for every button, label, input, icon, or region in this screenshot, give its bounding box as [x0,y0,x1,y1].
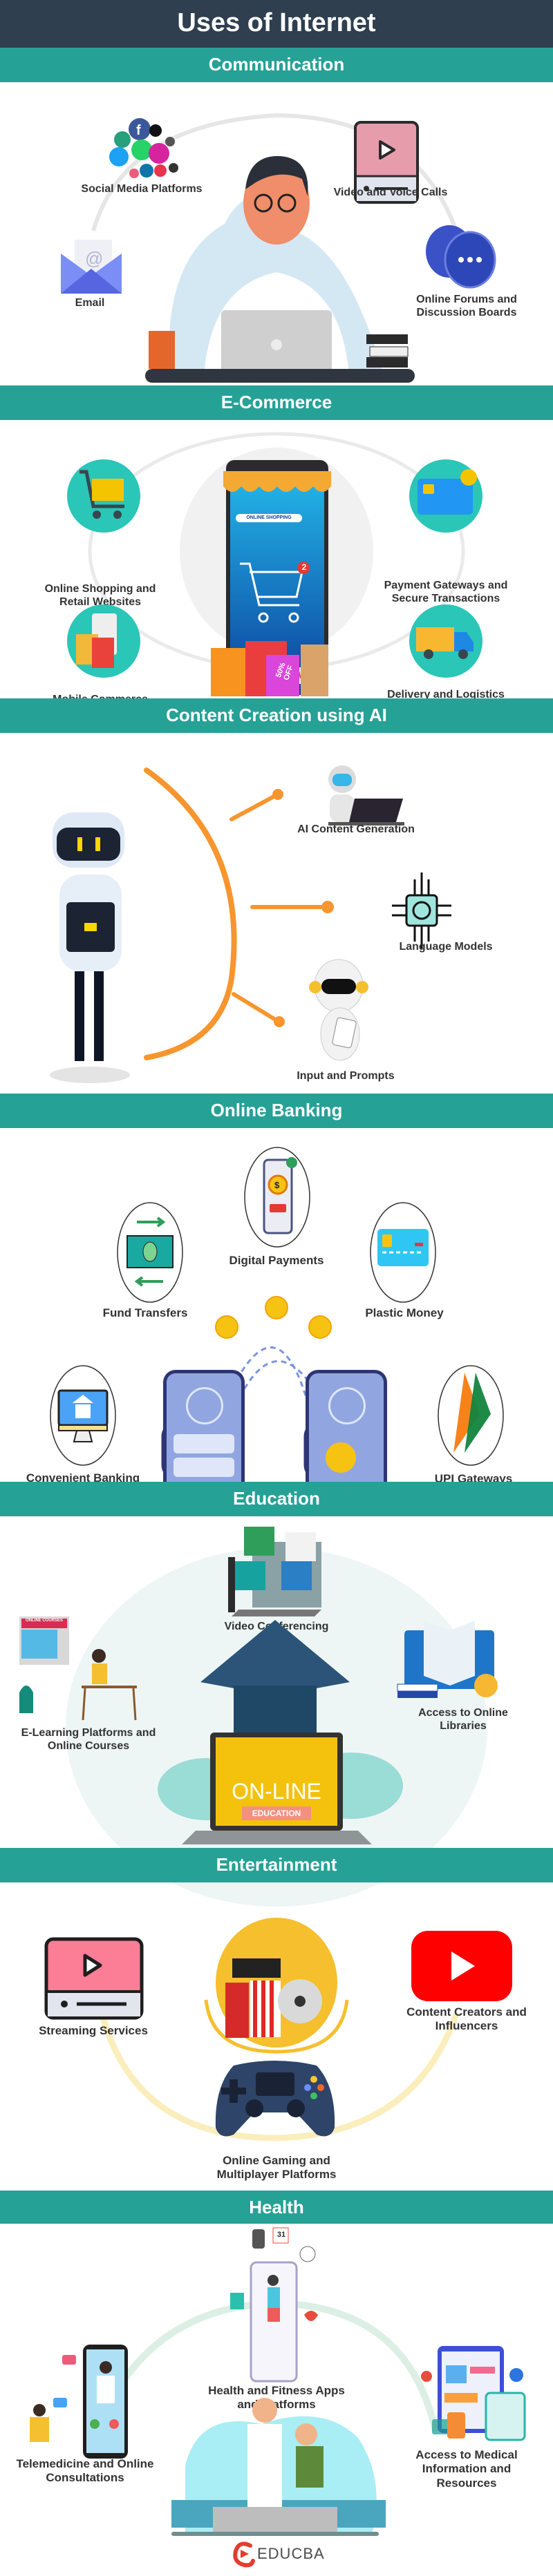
label-access-to-online-libraries: Access to Online Libraries [418,1707,508,1733]
section-title-content-creation-ai: Content Creation using AI [0,698,553,733]
digital-payments-circle-icon: $ [244,1147,310,1248]
e-learning-illustration [19,1616,137,1721]
online-courses-banner: ONLINE COURSES [25,1619,63,1623]
section-health: 31 Health and Fitness Apps and Platforms… [0,2224,553,2576]
section-title-e-commerce: E-Commerce [0,385,553,420]
label-payment-gateways: Payment Gateways and Secure Transactions [384,580,508,605]
educba-logo-icon [233,2541,255,2568]
svg-text:$: $ [274,1180,280,1190]
label-telemedicine: Telemedicine and Online Consultations [16,2457,154,2485]
delivery-truck-circle-icon [409,604,482,678]
section-education: Video Conferencing ONLINE COURSES E-Lear… [0,1516,553,1907]
receiver-phone [306,1370,387,1482]
online-shopping-banner: ONLINE SHOPPING [236,514,302,522]
section-entertainment: Streaming Services Content Creators and … [0,1882,553,2191]
section-content-creation-ai: AI Content Generation Language Models In… [0,733,553,1094]
svg-text:f: f [136,123,141,138]
discussion-bubbles-icon [426,225,496,289]
plastic-money-circle-icon [370,1202,436,1303]
fund-transfer-circle-icon [117,1202,183,1303]
cart-badge: 2 [301,562,307,572]
input-prompt-robot-icon [309,959,368,1061]
awning-icon [223,471,331,492]
email-icon: @ [61,240,122,294]
label-ai-content-generation: AI Content Generation [297,823,415,835]
sender-phone [163,1370,245,1482]
section-communication: f Social Media Platforms Video and Voice… [0,82,553,385]
mobile-commerce-circle-icon [67,604,140,678]
calendar-day: 31 [276,2231,286,2239]
label-online-gaming: Online Gaming and Multiplayer Platforms [216,2154,337,2182]
label-input-and-prompts: Input and Prompts [297,1070,395,1082]
video-conferencing-icon [228,1527,321,1616]
money-transfer-phones-illustration [161,1296,387,1480]
movies-popcorn-icon [204,1918,349,2054]
robot-illustration [50,812,130,1083]
label-e-learning-platforms: E-Learning Platforms and Online Courses [21,1727,156,1753]
section-online-banking: Fund Transfers $ Digital Payments Plasti… [0,1128,553,1485]
online-education-screen-title: ON-LINE [232,1779,321,1804]
payment-card-circle-icon [409,459,482,533]
section-title-health: Health [0,2191,553,2224]
label-content-creators: Content Creators and Influencers [406,2005,527,2033]
medical-information-tablet-icon [421,2346,526,2441]
section-title-online-banking: Online Banking [0,1094,553,1128]
section-e-commerce: Online Shopping and Retail Websites Paym… [0,420,553,705]
label-access-to-medical-information: Access to Medical Information and Resour… [415,2448,518,2490]
section-title-entertainment: Entertainment [0,1848,553,1882]
brand-name: EDUCBA [257,2545,325,2562]
shopping-cart-circle-icon [67,459,140,533]
label-language-models: Language Models [399,941,493,953]
doctor-patient-illustration [171,2398,386,2536]
section-title-education: Education [0,1482,553,1516]
ai-robot-laptop-icon [328,765,404,826]
svg-text:@: @ [85,248,103,269]
person-with-laptop-illustration [145,155,415,383]
online-education-ribbon: EDUCATION [242,1806,311,1820]
streaming-services-icon [44,1937,144,2020]
page-title: Uses of Internet [0,0,553,48]
fitness-app-phone-icon [230,2227,318,2383]
youtube-icon [411,1931,512,2001]
shopping-bags-illustration [211,641,328,696]
label-email: Email [75,297,105,309]
game-controller-icon [215,2061,335,2137]
label-digital-payments: Digital Payments [229,1254,324,1267]
label-streaming-services: Streaming Services [39,2024,148,2037]
telemedicine-icon [30,2345,128,2459]
section-title-communication: Communication [0,48,553,82]
